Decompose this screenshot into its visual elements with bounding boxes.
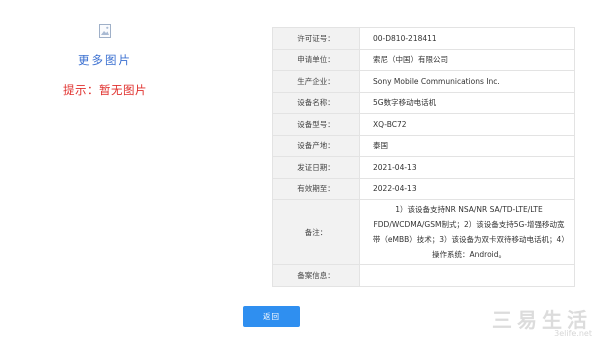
device-model-label: 设备型号：	[272, 113, 360, 136]
more-images-link[interactable]: 更多图片	[40, 52, 170, 68]
origin-label: 设备产地：	[272, 134, 360, 157]
remarks-value: 1）该设备支持NR NSA/NR SA/TD-LTE/LTE FDD/WCDMA…	[359, 199, 575, 265]
manufacturer-value: Sony Mobile Communications Inc.	[359, 70, 575, 93]
image-panel: 更多图片 提示：暂无图片	[40, 24, 170, 98]
license-number-label: 许可证号：	[272, 27, 360, 50]
table-row: 设备产地： 泰国	[272, 134, 575, 157]
table-row: 有效期至： 2022-04-13	[272, 177, 575, 200]
table-row: 申请单位： 索尼（中国）有限公司	[272, 48, 575, 71]
device-model-value: XQ-BC72	[359, 113, 575, 136]
device-name-value: 5G数字移动电话机	[359, 91, 575, 114]
device-name-label: 设备名称：	[272, 91, 360, 114]
expiry-date-label: 有效期至：	[272, 177, 360, 200]
no-image-hint: 提示：暂无图片	[63, 83, 147, 97]
issue-date-label: 发证日期：	[272, 156, 360, 179]
back-button[interactable]: 返回	[243, 306, 300, 327]
issue-date-value: 2021-04-13	[359, 156, 575, 179]
license-details-table: 许可证号： 00-D810-218411 申请单位： 索尼（中国）有限公司 生产…	[272, 27, 575, 287]
origin-value: 泰国	[359, 134, 575, 157]
watermark: 三易生活 3elife.net	[492, 304, 592, 338]
filing-info-label: 备案信息：	[272, 264, 360, 287]
applicant-value: 索尼（中国）有限公司	[359, 48, 575, 71]
filing-info-value	[359, 264, 575, 287]
manufacturer-label: 生产企业：	[272, 70, 360, 93]
table-row: 许可证号： 00-D810-218411	[272, 27, 575, 50]
table-row: 设备型号： XQ-BC72	[272, 113, 575, 136]
applicant-label: 申请单位：	[272, 48, 360, 71]
remarks-label: 备注：	[272, 199, 360, 265]
table-row: 设备名称： 5G数字移动电话机	[272, 91, 575, 114]
table-row: 备注： 1）该设备支持NR NSA/NR SA/TD-LTE/LTE FDD/W…	[272, 199, 575, 265]
table-row: 备案信息：	[272, 264, 575, 287]
expiry-date-value: 2022-04-13	[359, 177, 575, 200]
table-row: 生产企业： Sony Mobile Communications Inc.	[272, 70, 575, 93]
license-number-value: 00-D810-218411	[359, 27, 575, 50]
table-row: 发证日期： 2021-04-13	[272, 156, 575, 179]
image-placeholder-icon	[99, 24, 111, 38]
